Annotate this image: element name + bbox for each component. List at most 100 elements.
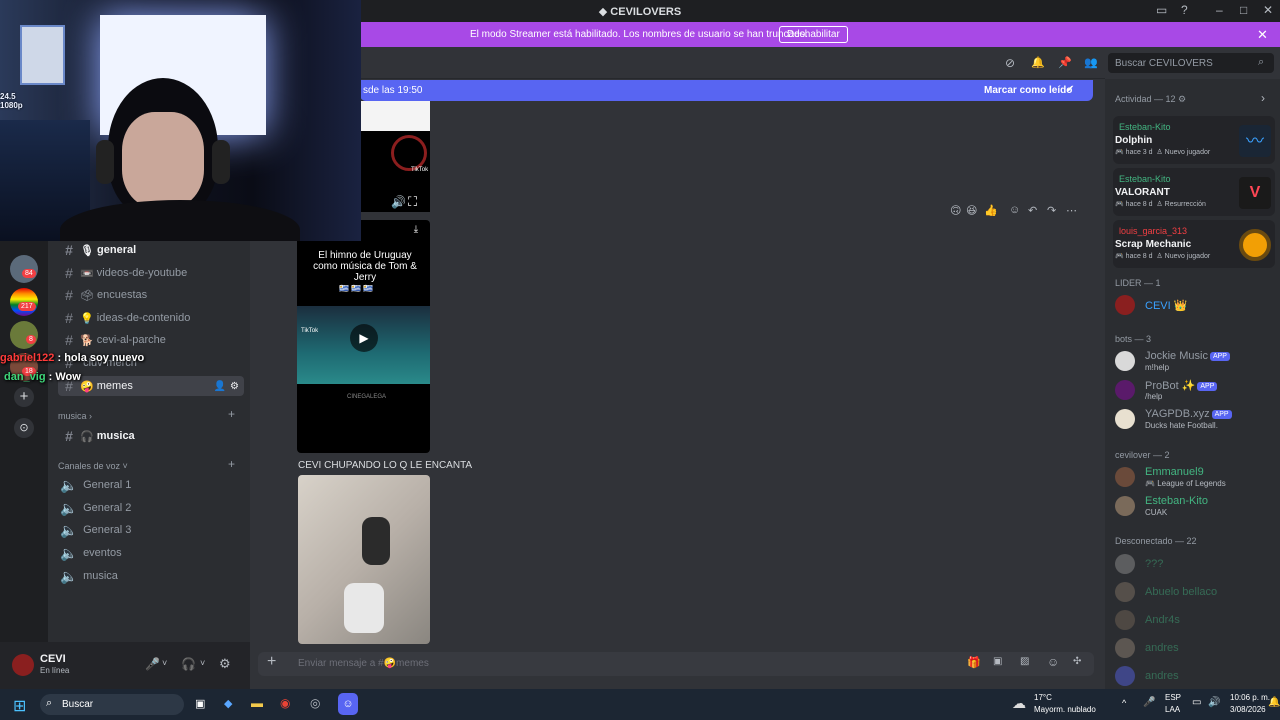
- add-reaction-icon[interactable]: ☺: [1009, 204, 1020, 216]
- voice-channel[interactable]: 🔈 musica: [58, 566, 244, 586]
- bell-icon[interactable]: 🔔: [1031, 56, 1045, 69]
- mark-read-button[interactable]: Marcar como leído: [984, 85, 1072, 96]
- close-window-button[interactable]: ✕: [1263, 3, 1273, 17]
- avatar: [1115, 351, 1135, 371]
- voice-channel[interactable]: 🔈 General 3: [58, 520, 244, 540]
- close-icon[interactable]: ✕: [1257, 27, 1268, 43]
- reply-icon[interactable]: ↶: [1028, 204, 1037, 217]
- task-view-icon[interactable]: ▣: [195, 697, 205, 710]
- member-item[interactable]: Emmanuel9 🎮 League of Legends: [1113, 465, 1273, 491]
- settings-icon[interactable]: ⚙: [219, 656, 231, 672]
- member-item[interactable]: andres: [1113, 664, 1273, 690]
- disable-streamer-button[interactable]: Deshabilitar: [779, 26, 848, 43]
- avatar: [1115, 554, 1135, 574]
- minimize-button[interactable]: –: [1216, 3, 1223, 17]
- taskbar-search[interactable]: ⌕ Buscar: [40, 694, 184, 715]
- image-attachment[interactable]: [298, 475, 430, 644]
- more-icon[interactable]: ⋯: [1066, 204, 1077, 217]
- server-badge: 217: [18, 302, 36, 311]
- activity-card[interactable]: Esteban-Kito VALORANT 🎮 hace 8 d ♙ Resur…: [1113, 168, 1275, 216]
- volume-icon[interactable]: 🔊: [1208, 697, 1220, 708]
- member-item[interactable]: YAGPDB.xyz APP Ducks hate Football.: [1113, 407, 1273, 433]
- server-badge: 8: [26, 335, 36, 344]
- member-item[interactable]: ProBot ✨ APP /help: [1113, 378, 1273, 404]
- add-voice-channel-icon[interactable]: +: [228, 457, 235, 471]
- channel-encuestas[interactable]: # 🗳 encuestas: [58, 285, 244, 305]
- microphone-icon[interactable]: 🎤: [1143, 697, 1155, 708]
- voice-channel[interactable]: 🔈 General 1: [58, 475, 244, 495]
- video-attachment[interactable]: El himno de Uruguay como música de Tom &…: [297, 220, 430, 453]
- server-badge: 84: [22, 269, 36, 278]
- video-attachment[interactable]: TikTok 🔊 ⛶: [361, 101, 430, 212]
- notifications-icon[interactable]: 🔔: [1268, 697, 1280, 708]
- discord-icon[interactable]: ☺: [338, 693, 358, 715]
- gear-icon[interactable]: ⚙: [230, 381, 239, 392]
- reaction-emoji-icon[interactable]: 👍: [984, 204, 998, 217]
- maximize-button[interactable]: □: [1240, 3, 1247, 17]
- forward-icon[interactable]: ↷: [1047, 204, 1056, 217]
- microphone-icon[interactable]: 🎤: [145, 657, 160, 671]
- headphones-icon[interactable]: 🎧: [181, 657, 196, 671]
- new-messages-bar[interactable]: sde las 19:50 Marcar como leído ✔: [360, 80, 1093, 101]
- chevron-up-icon[interactable]: ^: [1122, 698, 1126, 708]
- help-icon[interactable]: ?: [1181, 3, 1188, 17]
- attach-icon[interactable]: +: [267, 653, 276, 671]
- channel-memes[interactable]: # 🤪 memes 👤 ⚙: [58, 376, 244, 396]
- sticker-icon[interactable]: ▨: [1020, 656, 1029, 667]
- member-list: Actividad — 12 ⚙ › Esteban-Kito Dolphin …: [1105, 79, 1280, 689]
- invite-icon[interactable]: 👤: [214, 381, 226, 392]
- voice-channel[interactable]: 🔈 eventos: [58, 543, 244, 563]
- explore-icon[interactable]: ⊙: [14, 418, 34, 438]
- message-input[interactable]: + Enviar mensaje a #🤪memes 🎁 ▣ ▨ ☺ ✣: [258, 652, 1094, 676]
- threads-icon[interactable]: ⊘: [1005, 56, 1015, 70]
- speaker-icon: 🔈: [60, 499, 78, 516]
- fullscreen-icon[interactable]: ⛶: [408, 194, 417, 210]
- play-icon[interactable]: ▶: [350, 324, 378, 352]
- speaker-icon: 🔈: [60, 476, 78, 493]
- member-item[interactable]: Esteban-Kito CUAK: [1113, 494, 1273, 520]
- volume-icon[interactable]: 🔊: [391, 195, 406, 209]
- channel-cevi-al-parche[interactable]: # 🐕 cevi-al-parche: [58, 330, 244, 350]
- gift-icon[interactable]: 🎁: [967, 656, 981, 669]
- download-icon[interactable]: ⤓: [407, 224, 425, 240]
- channel-videos-de-youtube[interactable]: # 📼 videos-de-youtube: [58, 263, 244, 283]
- voice-channel[interactable]: 🔈 General 2: [58, 498, 244, 518]
- chevron-down-icon[interactable]: ˅: [162, 658, 167, 668]
- network-icon[interactable]: ▭: [1192, 697, 1201, 708]
- taskbar: ⊞ ⌕ Buscar ▣ ◆ ▬ ◉ ◎ ☺ ☁ 17°C Mayorm. nu…: [0, 689, 1280, 720]
- avatar[interactable]: [12, 654, 34, 676]
- member-item[interactable]: CEVI 👑: [1113, 293, 1273, 319]
- channel-general[interactable]: # 🎙 general: [58, 240, 244, 260]
- add-channel-icon[interactable]: +: [228, 407, 235, 421]
- inbox-icon[interactable]: ▭: [1156, 3, 1167, 17]
- category-voice[interactable]: Canales de voz ˅: [58, 461, 128, 471]
- windows-start-icon[interactable]: ⊞: [13, 696, 26, 716]
- members-icon[interactable]: 👥: [1084, 56, 1098, 69]
- apps-icon[interactable]: ✣: [1073, 656, 1081, 667]
- member-item[interactable]: ???: [1113, 552, 1273, 578]
- reaction-emoji-icon[interactable]: 😆: [966, 204, 977, 217]
- chevron-down-icon[interactable]: ˅: [200, 658, 205, 668]
- channel-ideas-de-contenido[interactable]: # 💡 ideas-de-contenido: [58, 308, 244, 328]
- folder-icon[interactable]: ▬: [251, 696, 263, 710]
- add-server-icon[interactable]: +: [14, 387, 34, 407]
- chevron-right-icon[interactable]: ›: [1261, 91, 1265, 105]
- pin-icon[interactable]: 📌: [1058, 56, 1072, 69]
- activity-card[interactable]: louis_garcia_313 Scrap Mechanic 🎮 hace 8…: [1113, 220, 1275, 268]
- activity-card[interactable]: Esteban-Kito Dolphin 🎮 hace 3 d ♙ Nuevo …: [1113, 116, 1275, 164]
- gif-icon[interactable]: ▣: [993, 656, 1002, 667]
- member-item[interactable]: Andr4s: [1113, 608, 1273, 634]
- search-input[interactable]: Buscar CEVILOVERS ⌕: [1108, 53, 1274, 73]
- app-icon[interactable]: ◆: [224, 697, 232, 710]
- reaction-emoji-icon[interactable]: 🙃: [950, 204, 961, 217]
- member-item[interactable]: andres: [1113, 636, 1273, 662]
- member-item[interactable]: Jockie Music APP m!help: [1113, 349, 1273, 375]
- member-item[interactable]: Abuelo bellaco: [1113, 580, 1273, 606]
- chrome-icon[interactable]: ◉: [280, 696, 290, 710]
- channel-musica[interactable]: # 🎧 musica: [58, 426, 244, 446]
- obs-icon[interactable]: ◎: [310, 696, 320, 710]
- mark-read-icon: ✔: [1066, 84, 1075, 95]
- category-musica[interactable]: musica ›: [58, 411, 92, 421]
- speaker-icon: 🔈: [60, 521, 78, 538]
- emoji-icon[interactable]: ☺: [1047, 655, 1059, 669]
